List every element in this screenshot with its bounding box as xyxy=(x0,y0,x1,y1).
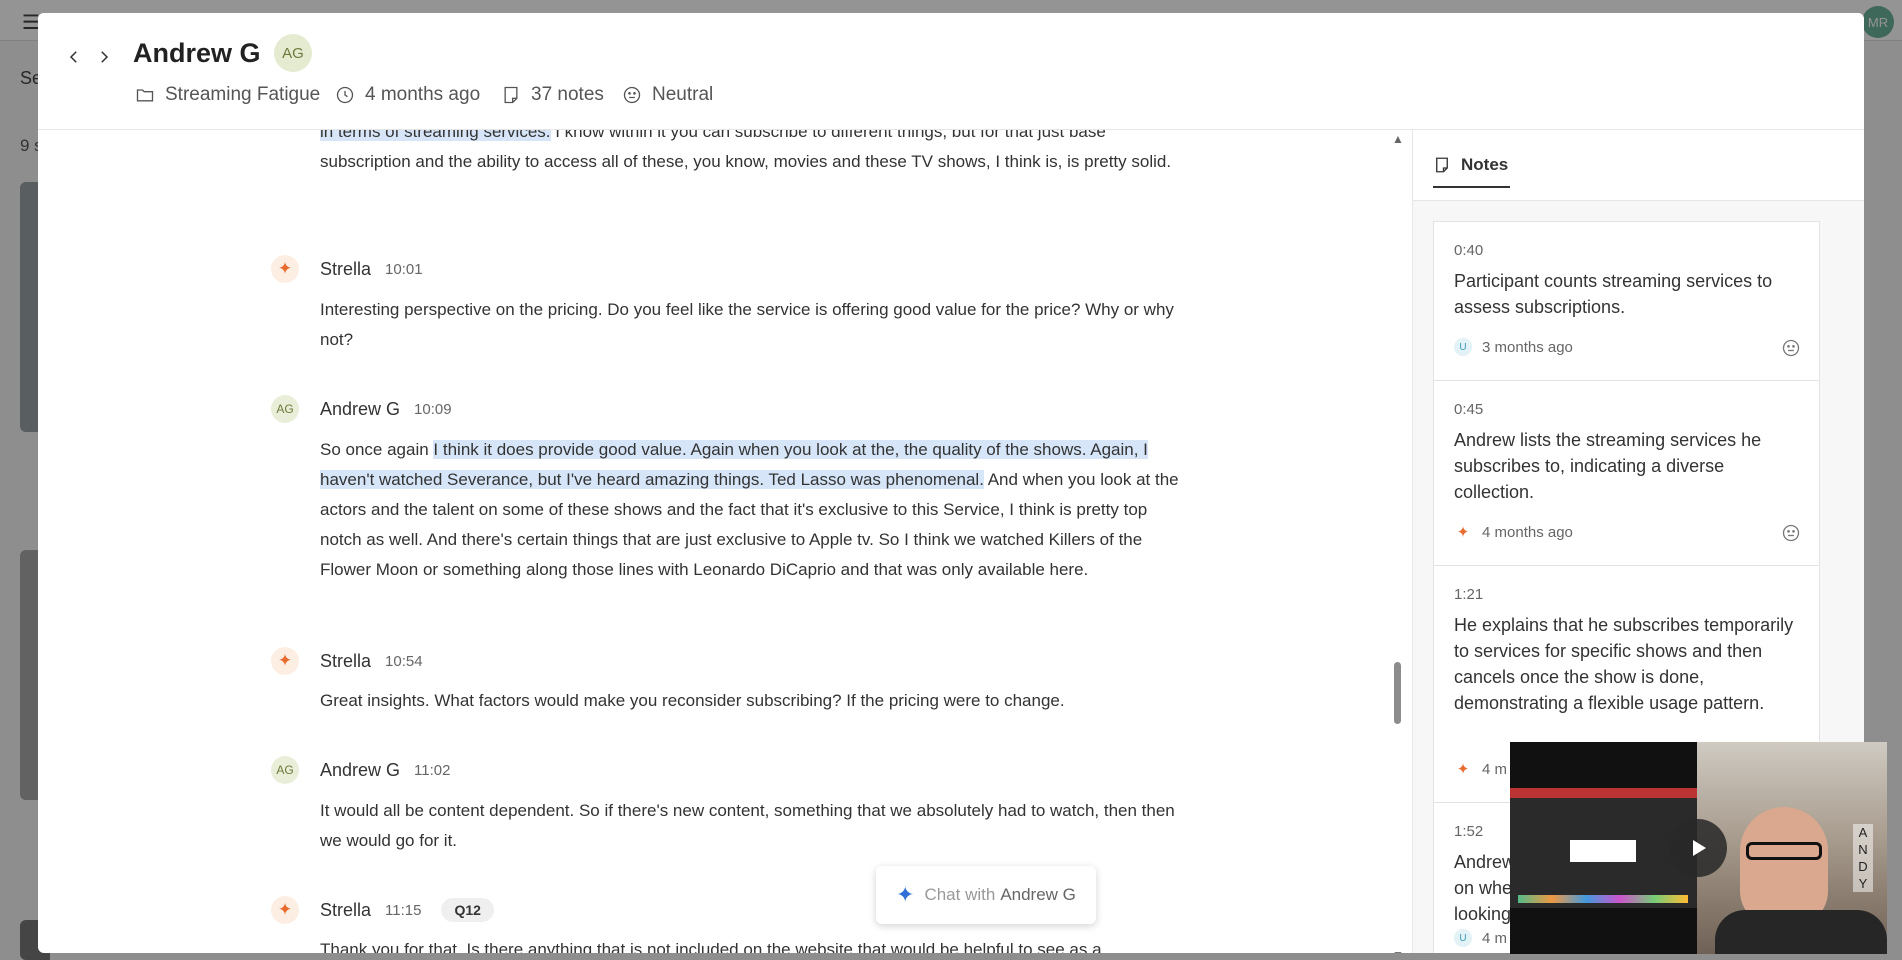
timestamp[interactable]: 10:54 xyxy=(385,653,423,670)
note-timestamp[interactable]: 1:21 xyxy=(1454,586,1483,603)
note-text: Andrew lists the streaming services he s… xyxy=(1454,430,1762,502)
note-card[interactable]: 0:45 Andrew lists the streaming services… xyxy=(1433,380,1820,566)
note-meta: U 3 months ago xyxy=(1454,338,1573,356)
tab-notes[interactable]: Notes xyxy=(1433,144,1511,188)
timestamp[interactable]: 10:01 xyxy=(385,261,423,278)
user-source-icon: U xyxy=(1454,929,1472,947)
neutral-face-icon[interactable] xyxy=(1781,338,1801,358)
speaker-name: Andrew G xyxy=(320,759,401,780)
speaker-avatar: AG xyxy=(271,395,299,423)
highlighted-quote[interactable]: in terms of streaming services. xyxy=(320,130,551,141)
speaker-row: ✦ Strella 10:01 xyxy=(271,255,423,283)
neutral-face-icon xyxy=(623,86,641,104)
page-title: Andrew G xyxy=(133,38,261,68)
timestamp[interactable]: 11:02 xyxy=(414,762,450,779)
notes-header: Notes xyxy=(1413,130,1864,201)
sparkle-icon: ✦ xyxy=(271,896,299,924)
notes-count: 37 notes xyxy=(501,84,604,106)
question-badge[interactable]: Q12 xyxy=(441,898,494,922)
sparkle-icon: ✦ xyxy=(1456,524,1470,541)
speaker-row: AG Andrew G 11:02 xyxy=(271,756,450,784)
user-source-icon: U xyxy=(1454,338,1472,356)
scroll-up-arrow[interactable]: ▲ xyxy=(1392,132,1404,146)
sentiment: Neutral xyxy=(622,84,713,106)
transcript-pane[interactable]: in terms of streaming services. I know w… xyxy=(38,130,1411,953)
transcript-text[interactable]: So once again I think it does provide go… xyxy=(320,435,1190,585)
transcript-text[interactable]: Thank you for that. Is there anything th… xyxy=(320,935,1190,953)
note-text: He explains that he subscribes temporari… xyxy=(1454,615,1794,713)
speaker-name: Andrew G xyxy=(320,398,401,419)
note-icon xyxy=(1436,157,1448,173)
note-meta: U 4 m xyxy=(1454,929,1507,947)
chat-with-participant-button[interactable]: ✦ Chat with Andrew G xyxy=(876,866,1096,924)
sparkle-icon: ✦ xyxy=(1456,761,1470,778)
scroll-down-arrow[interactable]: ▼ xyxy=(1392,948,1404,953)
project-link[interactable]: Streaming Fatigue xyxy=(135,84,320,106)
note-meta: ✦ 4 m xyxy=(1454,760,1508,779)
sparkle-icon: ✦ xyxy=(896,882,915,907)
speaker-row: ✦ Strella 10:54 xyxy=(271,647,423,675)
transcript-scrollbar[interactable] xyxy=(1394,662,1401,724)
speaker-name: Strella xyxy=(320,650,372,671)
note-card[interactable]: 0:40 Participant counts streaming servic… xyxy=(1433,221,1820,381)
note-age: 4 m xyxy=(1482,929,1508,947)
note-icon xyxy=(504,86,518,104)
speaker-name: Strella xyxy=(320,899,372,920)
speaker-row: AG Andrew G 10:09 xyxy=(271,395,452,423)
note-age: 4 m xyxy=(1482,760,1508,778)
sparkle-icon: ✦ xyxy=(271,647,299,675)
folder-icon xyxy=(136,89,154,102)
note-timestamp[interactable]: 0:45 xyxy=(1454,401,1483,418)
transcript-text[interactable]: Interesting perspective on the pricing. … xyxy=(320,295,1190,355)
modal-header: Andrew G AG Streaming Fatigue 4 months a… xyxy=(38,13,1864,130)
note-timestamp[interactable]: 0:40 xyxy=(1454,242,1483,259)
chevron-left-icon xyxy=(69,51,77,63)
timestamp[interactable]: 11:15 xyxy=(385,902,421,919)
previous-button[interactable] xyxy=(60,43,88,71)
note-age: 4 months ago xyxy=(1482,523,1573,541)
participant-face xyxy=(1740,807,1828,927)
project-name: Streaming Fatigue xyxy=(165,84,321,105)
next-button[interactable] xyxy=(90,43,118,71)
transcript-text[interactable]: in terms of streaming services. I know w… xyxy=(320,130,1190,177)
wall-letters: A N D Y xyxy=(1853,824,1873,892)
recorded-time: 4 months ago xyxy=(335,84,480,106)
note-timestamp[interactable]: 1:52 xyxy=(1454,823,1483,840)
note-meta: ✦ 4 months ago xyxy=(1454,523,1573,542)
timestamp[interactable]: 10:09 xyxy=(414,401,452,418)
speaker-avatar: AG xyxy=(271,756,299,784)
participant-avatar: AG xyxy=(274,34,312,72)
play-icon xyxy=(1693,840,1706,856)
play-button[interactable] xyxy=(1669,819,1727,877)
sparkle-icon: ✦ xyxy=(271,255,299,283)
note-age: 3 months ago xyxy=(1482,338,1573,356)
neutral-face-icon[interactable] xyxy=(1781,523,1801,543)
clock-icon xyxy=(336,86,354,104)
transcript-text[interactable]: It would all be content dependent. So if… xyxy=(320,796,1190,856)
transcript-text[interactable]: Great insights. What factors would make … xyxy=(320,686,1190,716)
chevron-right-icon xyxy=(101,51,109,63)
speaker-name: Strella xyxy=(320,258,372,279)
speaker-row: ✦ Strella 11:15 Q12 xyxy=(271,896,494,924)
note-text: Participant counts streaming services to… xyxy=(1454,271,1773,317)
